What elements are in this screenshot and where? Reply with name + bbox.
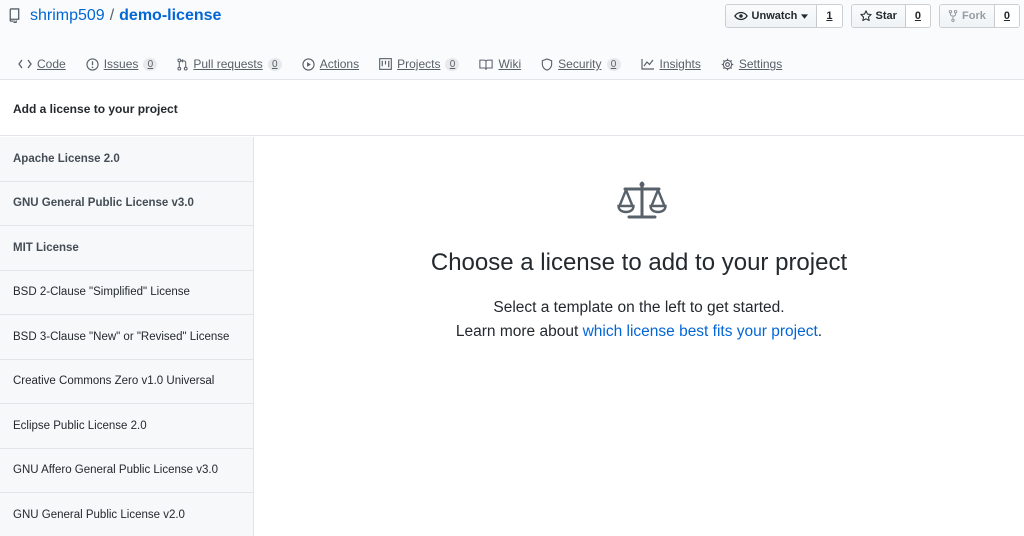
instructions-text: Select a template on the left to get sta… bbox=[493, 299, 785, 316]
security-counter: 0 bbox=[606, 57, 621, 71]
tab-label: Code bbox=[37, 57, 66, 71]
page-title: Add a license to your project bbox=[13, 102, 178, 116]
tab-wiki[interactable]: Wiki bbox=[469, 52, 531, 76]
learn-more-prefix: Learn more about bbox=[455, 323, 583, 340]
learn-more-text: Learn more about which license best fits… bbox=[254, 323, 1024, 341]
book-icon bbox=[479, 59, 494, 70]
tab-settings[interactable]: Settings bbox=[711, 52, 792, 76]
fork-icon bbox=[948, 10, 958, 22]
project-icon bbox=[379, 58, 392, 70]
projects-counter: 0 bbox=[445, 57, 460, 71]
eye-icon bbox=[733, 11, 748, 21]
code-icon bbox=[18, 59, 32, 69]
license-item-agpl-3-0[interactable]: GNU Affero General Public License v3.0 bbox=[0, 449, 253, 493]
tab-label: Settings bbox=[738, 57, 783, 71]
repo-header: shrimp509 / demo-license Unwatch 1 Star … bbox=[0, 0, 1024, 80]
issues-counter: 0 bbox=[143, 57, 158, 71]
repo-actions: Unwatch 1 Star 0 Fork 0 bbox=[724, 4, 1020, 28]
tab-projects[interactable]: Projects 0 bbox=[369, 52, 469, 76]
star-button-group: Star 0 bbox=[850, 4, 932, 28]
shield-icon bbox=[541, 57, 553, 71]
fork-button[interactable]: Fork bbox=[940, 5, 995, 27]
watch-button-group: Unwatch 1 bbox=[724, 4, 843, 28]
tab-insights[interactable]: Insights bbox=[631, 52, 711, 76]
tab-label: Security bbox=[558, 57, 602, 71]
repo-name-link[interactable]: demo-license bbox=[119, 7, 221, 25]
watchers-count[interactable]: 1 bbox=[817, 5, 842, 27]
graph-icon bbox=[640, 59, 654, 70]
repo-separator: / bbox=[109, 7, 115, 24]
tab-code[interactable]: Code bbox=[8, 52, 76, 76]
choose-license-heading: Choose a license to add to your project bbox=[430, 249, 848, 276]
star-button[interactable]: Star bbox=[851, 5, 906, 27]
gear-icon bbox=[721, 58, 734, 70]
forks-count[interactable]: 0 bbox=[994, 5, 1019, 27]
tab-label: Issues bbox=[103, 57, 139, 71]
repo-title: shrimp509 / demo-license bbox=[8, 6, 221, 26]
license-item-gpl-3-0[interactable]: GNU General Public License v3.0 bbox=[0, 182, 253, 226]
license-item-bsd-2-clause[interactable]: BSD 2-Clause "Simplified" License bbox=[0, 271, 253, 315]
pull-request-icon bbox=[177, 57, 188, 71]
learn-more-suffix: . bbox=[817, 323, 823, 340]
tab-label: Projects bbox=[397, 57, 441, 71]
tab-label: Actions bbox=[319, 57, 360, 71]
fork-label: Fork bbox=[962, 10, 986, 22]
repo-tabs: Code Issues 0 Pull requests 0 Actions Pr… bbox=[8, 52, 792, 76]
repo-owner-link[interactable]: shrimp509 bbox=[30, 7, 105, 25]
license-item-bsd-3-clause[interactable]: BSD 3-Clause "New" or "Revised" License bbox=[0, 315, 253, 360]
stargazers-count[interactable]: 0 bbox=[905, 5, 931, 27]
tab-label: Pull requests bbox=[193, 57, 263, 71]
tab-label: Wiki bbox=[498, 57, 522, 71]
unwatch-label: Unwatch bbox=[751, 10, 798, 22]
star-icon bbox=[859, 10, 872, 22]
license-item-epl-2-0[interactable]: Eclipse Public License 2.0 bbox=[0, 404, 253, 449]
pull-requests-counter: 0 bbox=[267, 57, 282, 71]
fork-button-group: Fork 0 bbox=[939, 4, 1020, 28]
unwatch-button[interactable]: Unwatch bbox=[725, 5, 818, 27]
license-guide-link[interactable]: which license best fits your project bbox=[583, 323, 818, 340]
tab-pull-requests[interactable]: Pull requests 0 bbox=[167, 52, 291, 76]
repo-icon bbox=[8, 8, 22, 24]
license-list: Apache License 2.0 GNU General Public Li… bbox=[0, 137, 254, 536]
license-item-apache-2-0[interactable]: Apache License 2.0 bbox=[0, 137, 253, 182]
license-item-cc0-1-0[interactable]: Creative Commons Zero v1.0 Universal bbox=[0, 360, 253, 404]
subhead: Add a license to your project bbox=[0, 80, 1024, 136]
tab-actions[interactable]: Actions bbox=[292, 52, 369, 76]
license-item-mit[interactable]: MIT License bbox=[0, 226, 253, 271]
tab-label: Insights bbox=[659, 57, 701, 71]
issue-icon bbox=[86, 57, 99, 71]
tab-issues[interactable]: Issues 0 bbox=[76, 52, 168, 76]
law-scale-icon bbox=[617, 181, 667, 219]
caret-down-icon bbox=[801, 13, 809, 19]
play-icon bbox=[302, 57, 315, 71]
tab-security[interactable]: Security 0 bbox=[531, 52, 630, 76]
star-label: Star bbox=[875, 10, 897, 22]
license-item-gpl-2-0[interactable]: GNU General Public License v2.0 bbox=[0, 493, 253, 536]
license-chooser-panel: Choose a license to add to your project … bbox=[254, 137, 1024, 536]
